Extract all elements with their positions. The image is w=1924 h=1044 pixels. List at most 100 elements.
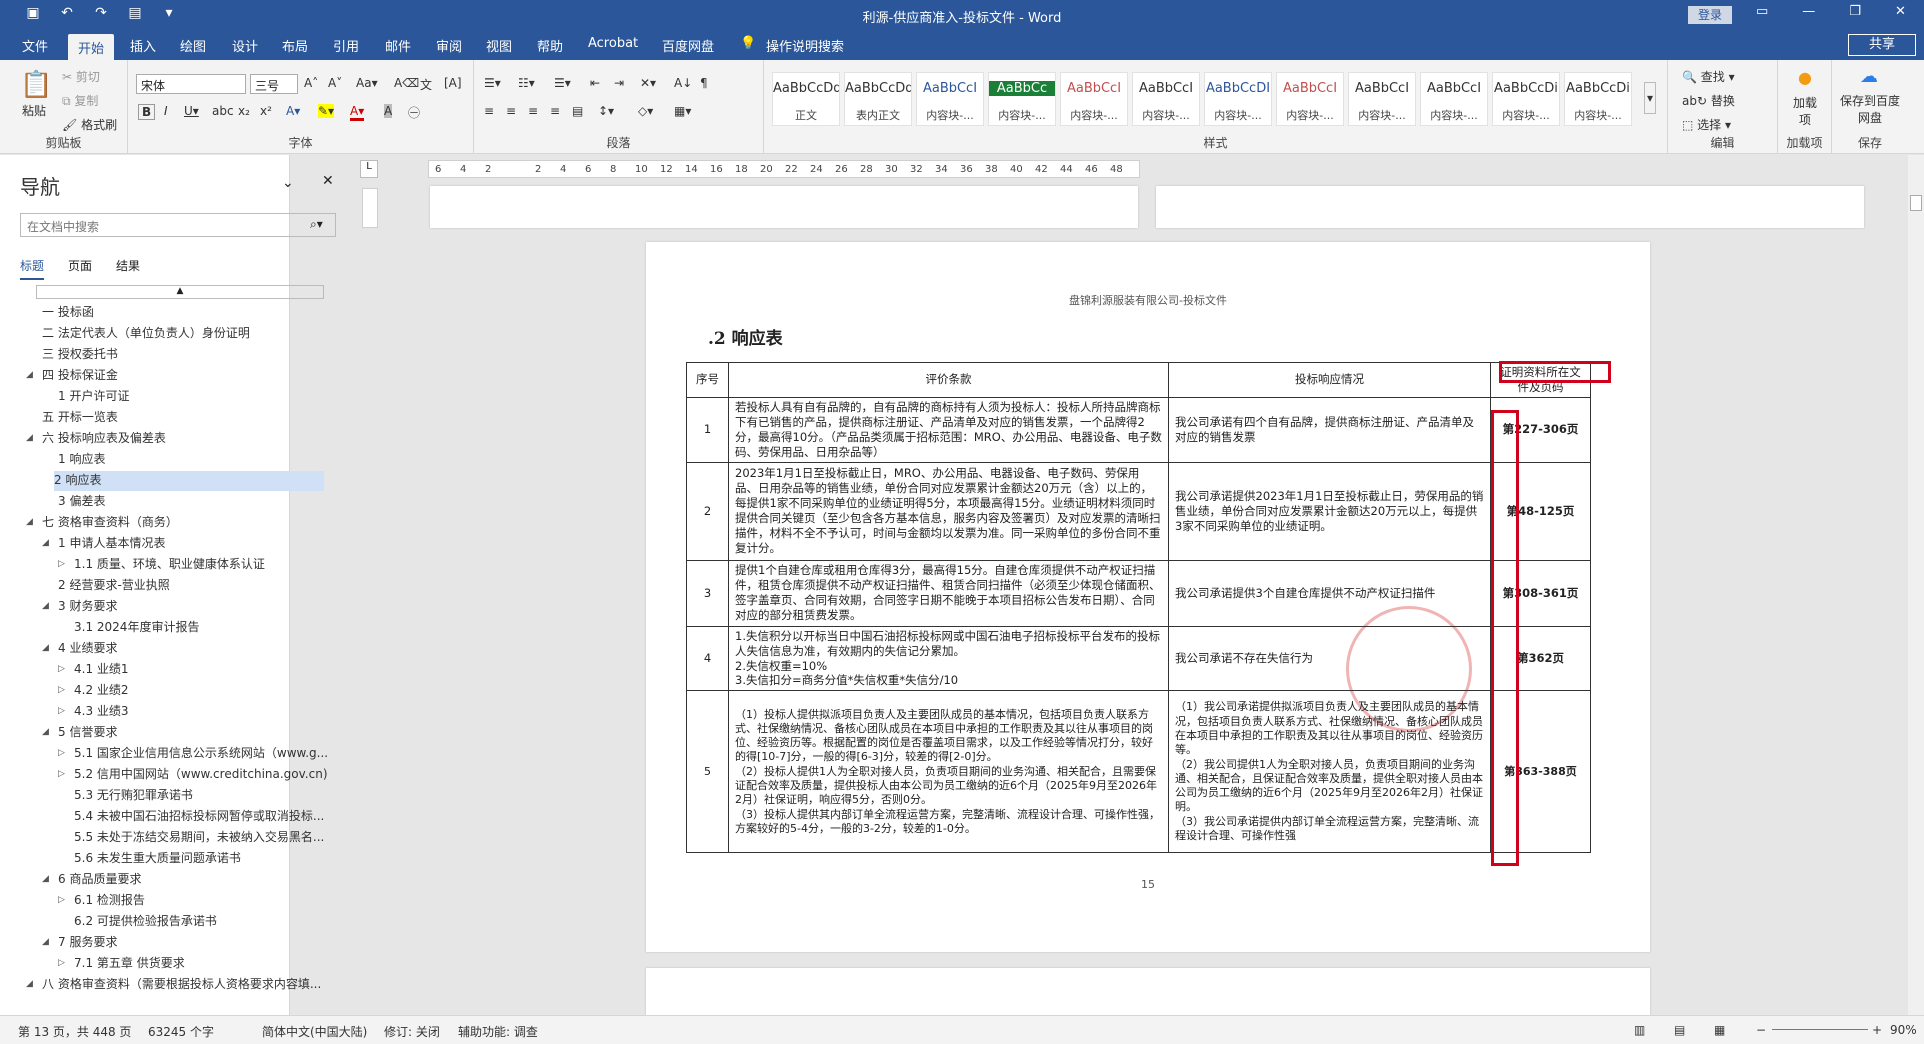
bold-icon[interactable]: B: [138, 104, 156, 120]
expanded-triangle-icon[interactable]: ◢: [42, 874, 49, 884]
nav-item[interactable]: 7 服务要求: [58, 933, 330, 953]
scrollbar-thumb[interactable]: [1910, 195, 1922, 211]
clear-format-icon[interactable]: A⌫: [394, 76, 419, 90]
font-name-combo[interactable]: 宋体: [136, 74, 246, 94]
copy-button[interactable]: ⧉ 复制: [62, 92, 98, 109]
addins-button[interactable]: 加载项: [1790, 94, 1820, 128]
style-item[interactable]: AaBbCcDdI 表内正文: [844, 72, 912, 126]
nav-item[interactable]: 4.1 业绩1: [74, 660, 330, 680]
strikethrough-icon[interactable]: abc: [212, 104, 234, 118]
ribbon-display-icon[interactable]: ▭: [1756, 4, 1768, 19]
nav-item[interactable]: 二 法定代表人（单位负责人）身份证明: [42, 324, 330, 344]
collapsed-triangle-icon[interactable]: ▷: [58, 748, 65, 758]
shading-icon[interactable]: ◇▾: [638, 104, 653, 118]
tab-draw[interactable]: 绘图: [180, 36, 206, 55]
nav-close-icon[interactable]: ✕: [322, 173, 334, 189]
nav-item[interactable]: 6.1 检测报告: [74, 891, 330, 911]
nav-item[interactable]: 5.5 未处于冻结交易期间，未被纳入交易黑名...: [74, 828, 330, 848]
bullets-icon[interactable]: ☰▾: [484, 76, 501, 90]
nav-item[interactable]: 四 投标保证金: [42, 366, 330, 386]
tab-insert[interactable]: 插入: [130, 36, 156, 55]
align-left-icon[interactable]: ≡: [484, 104, 494, 118]
nav-item[interactable]: 一 投标函: [42, 303, 330, 323]
status-words[interactable]: 63245 个字: [148, 1023, 214, 1040]
phonetic-guide-icon[interactable]: 文: [420, 76, 432, 93]
nav-item[interactable]: 三 授权委托书: [42, 345, 330, 365]
nav-options-icon[interactable]: ⌄: [282, 175, 294, 191]
nav-item[interactable]: 6 商品质量要求: [58, 870, 330, 890]
style-item[interactable]: AaBbCcI 内容块-...: [1132, 72, 1200, 126]
change-case-icon[interactable]: Aa▾: [356, 76, 378, 90]
collapsed-triangle-icon[interactable]: ▷: [58, 895, 65, 905]
nav-item[interactable]: 5.1 国家企业信用信息公示系统网站（www.g...: [74, 744, 330, 764]
borders-icon[interactable]: ▦▾: [674, 104, 691, 118]
minimize-icon[interactable]: —: [1802, 4, 1815, 19]
text-effects-icon[interactable]: A▾: [286, 104, 300, 118]
expanded-triangle-icon[interactable]: ◢: [42, 727, 49, 737]
style-item[interactable]: AaBbCcI 内容块-...: [916, 72, 984, 126]
addins-icon[interactable]: ●: [1798, 68, 1812, 87]
tab-help[interactable]: 帮助: [537, 36, 563, 55]
tab-layout[interactable]: 布局: [282, 36, 308, 55]
cut-button[interactable]: ✂ 剪切: [62, 68, 100, 85]
italic-icon[interactable]: I: [164, 104, 168, 118]
collapsed-triangle-icon[interactable]: ▷: [58, 685, 65, 695]
nav-item[interactable]: 2 经营要求-营业执照: [58, 576, 330, 596]
highlight-icon[interactable]: ✎▾: [318, 104, 335, 118]
nav-item[interactable]: 五 开标一览表: [42, 408, 330, 428]
tab-review[interactable]: 审阅: [436, 36, 462, 55]
style-item[interactable]: AaBbCcI 内容块-...: [1276, 72, 1344, 126]
status-page[interactable]: 第 13 页，共 448 页: [18, 1023, 131, 1040]
tell-me-search[interactable]: 操作说明搜索: [766, 36, 844, 55]
zoom-slider[interactable]: [1772, 1029, 1868, 1030]
style-item[interactable]: AaBbCcDd 正文: [772, 72, 840, 126]
save-to-netdisk-button[interactable]: 保存到百度网盘: [1838, 92, 1902, 126]
nav-item[interactable]: 6.2 可提供检验报告承诺书: [74, 912, 330, 932]
zoom-out-icon[interactable]: −: [1756, 1023, 1766, 1037]
show-marks-icon[interactable]: ¶: [700, 76, 708, 90]
nav-item[interactable]: 2 响应表: [54, 471, 324, 491]
expanded-triangle-icon[interactable]: ◢: [26, 370, 33, 380]
font-color-icon[interactable]: A▾: [350, 104, 365, 121]
chinese-layout-icon[interactable]: ✕▾: [640, 76, 656, 90]
collapsed-triangle-icon[interactable]: ▷: [58, 664, 65, 674]
enclose-char-icon[interactable]: ㊀: [408, 104, 420, 121]
style-item[interactable]: AaBbCcDI 内容块-...: [1204, 72, 1272, 126]
nav-tab-results[interactable]: 结果: [116, 257, 140, 280]
web-layout-icon[interactable]: ▦: [1714, 1023, 1725, 1037]
collapsed-triangle-icon[interactable]: ▷: [58, 706, 65, 716]
nav-item[interactable]: 5 信誉要求: [58, 723, 330, 743]
multilevel-list-icon[interactable]: ☰▾: [554, 76, 571, 90]
replace-button[interactable]: ab↻ 替换: [1682, 92, 1735, 109]
read-mode-icon[interactable]: ▥: [1634, 1023, 1645, 1037]
justify-icon[interactable]: ≡: [550, 104, 560, 118]
style-item[interactable]: AaBbCcDi 内容块-...: [1492, 72, 1560, 126]
nav-item[interactable]: 1.1 质量、环境、职业健康体系认证: [74, 555, 330, 575]
line-spacing-icon[interactable]: ↕▾: [598, 104, 614, 118]
expanded-triangle-icon[interactable]: ◢: [42, 937, 49, 947]
nav-item[interactable]: 六 投标响应表及偏差表: [42, 429, 330, 449]
distributed-icon[interactable]: ▤: [572, 104, 583, 118]
collapsed-triangle-icon[interactable]: ▷: [58, 958, 65, 968]
decrease-indent-icon[interactable]: ⇤: [590, 76, 600, 90]
status-track-changes[interactable]: 修订: 关闭: [384, 1023, 440, 1040]
select-button[interactable]: ⬚ 选择 ▾: [1682, 116, 1731, 133]
font-size-combo[interactable]: 三号: [250, 74, 298, 94]
tab-design[interactable]: 设计: [232, 36, 258, 55]
nav-item[interactable]: 5.3 无行贿犯罪承诺书: [74, 786, 330, 806]
char-shading-icon[interactable]: A: [384, 104, 393, 118]
nav-item[interactable]: 3.1 2024年度审计报告: [74, 618, 330, 638]
style-item[interactable]: AaBbCcI 内容块-...: [1348, 72, 1416, 126]
paste-label[interactable]: 粘贴: [22, 102, 46, 119]
login-button[interactable]: 登录: [1688, 6, 1732, 24]
grow-font-icon[interactable]: A˄: [304, 76, 318, 90]
tab-view[interactable]: 视图: [486, 36, 512, 55]
nav-item[interactable]: 1 响应表: [58, 450, 330, 470]
style-item[interactable]: AaBbCcDi 内容块-...: [1564, 72, 1632, 126]
collapsed-triangle-icon[interactable]: ▷: [58, 559, 65, 569]
subscript-icon[interactable]: x₂: [238, 104, 250, 118]
expanded-triangle-icon[interactable]: ◢: [26, 979, 33, 989]
shrink-font-icon[interactable]: A˅: [328, 76, 342, 90]
find-button[interactable]: 🔍 查找 ▾: [1682, 68, 1735, 85]
status-accessibility[interactable]: 辅助功能: 调查: [458, 1023, 538, 1040]
